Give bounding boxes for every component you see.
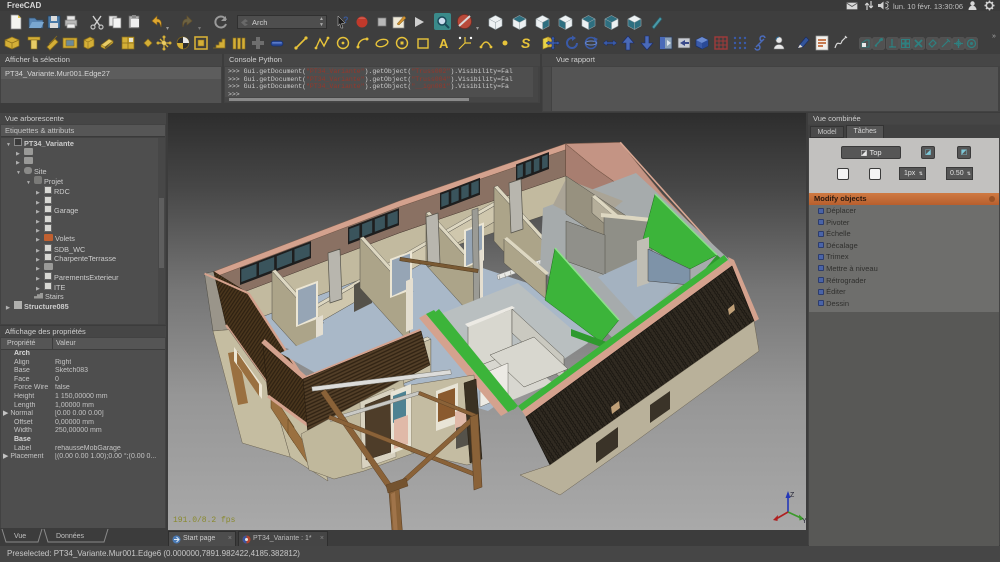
svg-text:S: S xyxy=(521,35,531,51)
svg-text:Vue: Vue xyxy=(14,533,26,540)
svg-text:Données: Données xyxy=(56,533,85,540)
svg-text:Y: Y xyxy=(802,518,806,525)
svg-text:A: A xyxy=(439,36,449,51)
svg-text:Z: Z xyxy=(790,492,795,499)
svg-text:191.0/8.2 fps: 191.0/8.2 fps xyxy=(173,516,236,525)
svg-text:?: ? xyxy=(343,15,349,25)
